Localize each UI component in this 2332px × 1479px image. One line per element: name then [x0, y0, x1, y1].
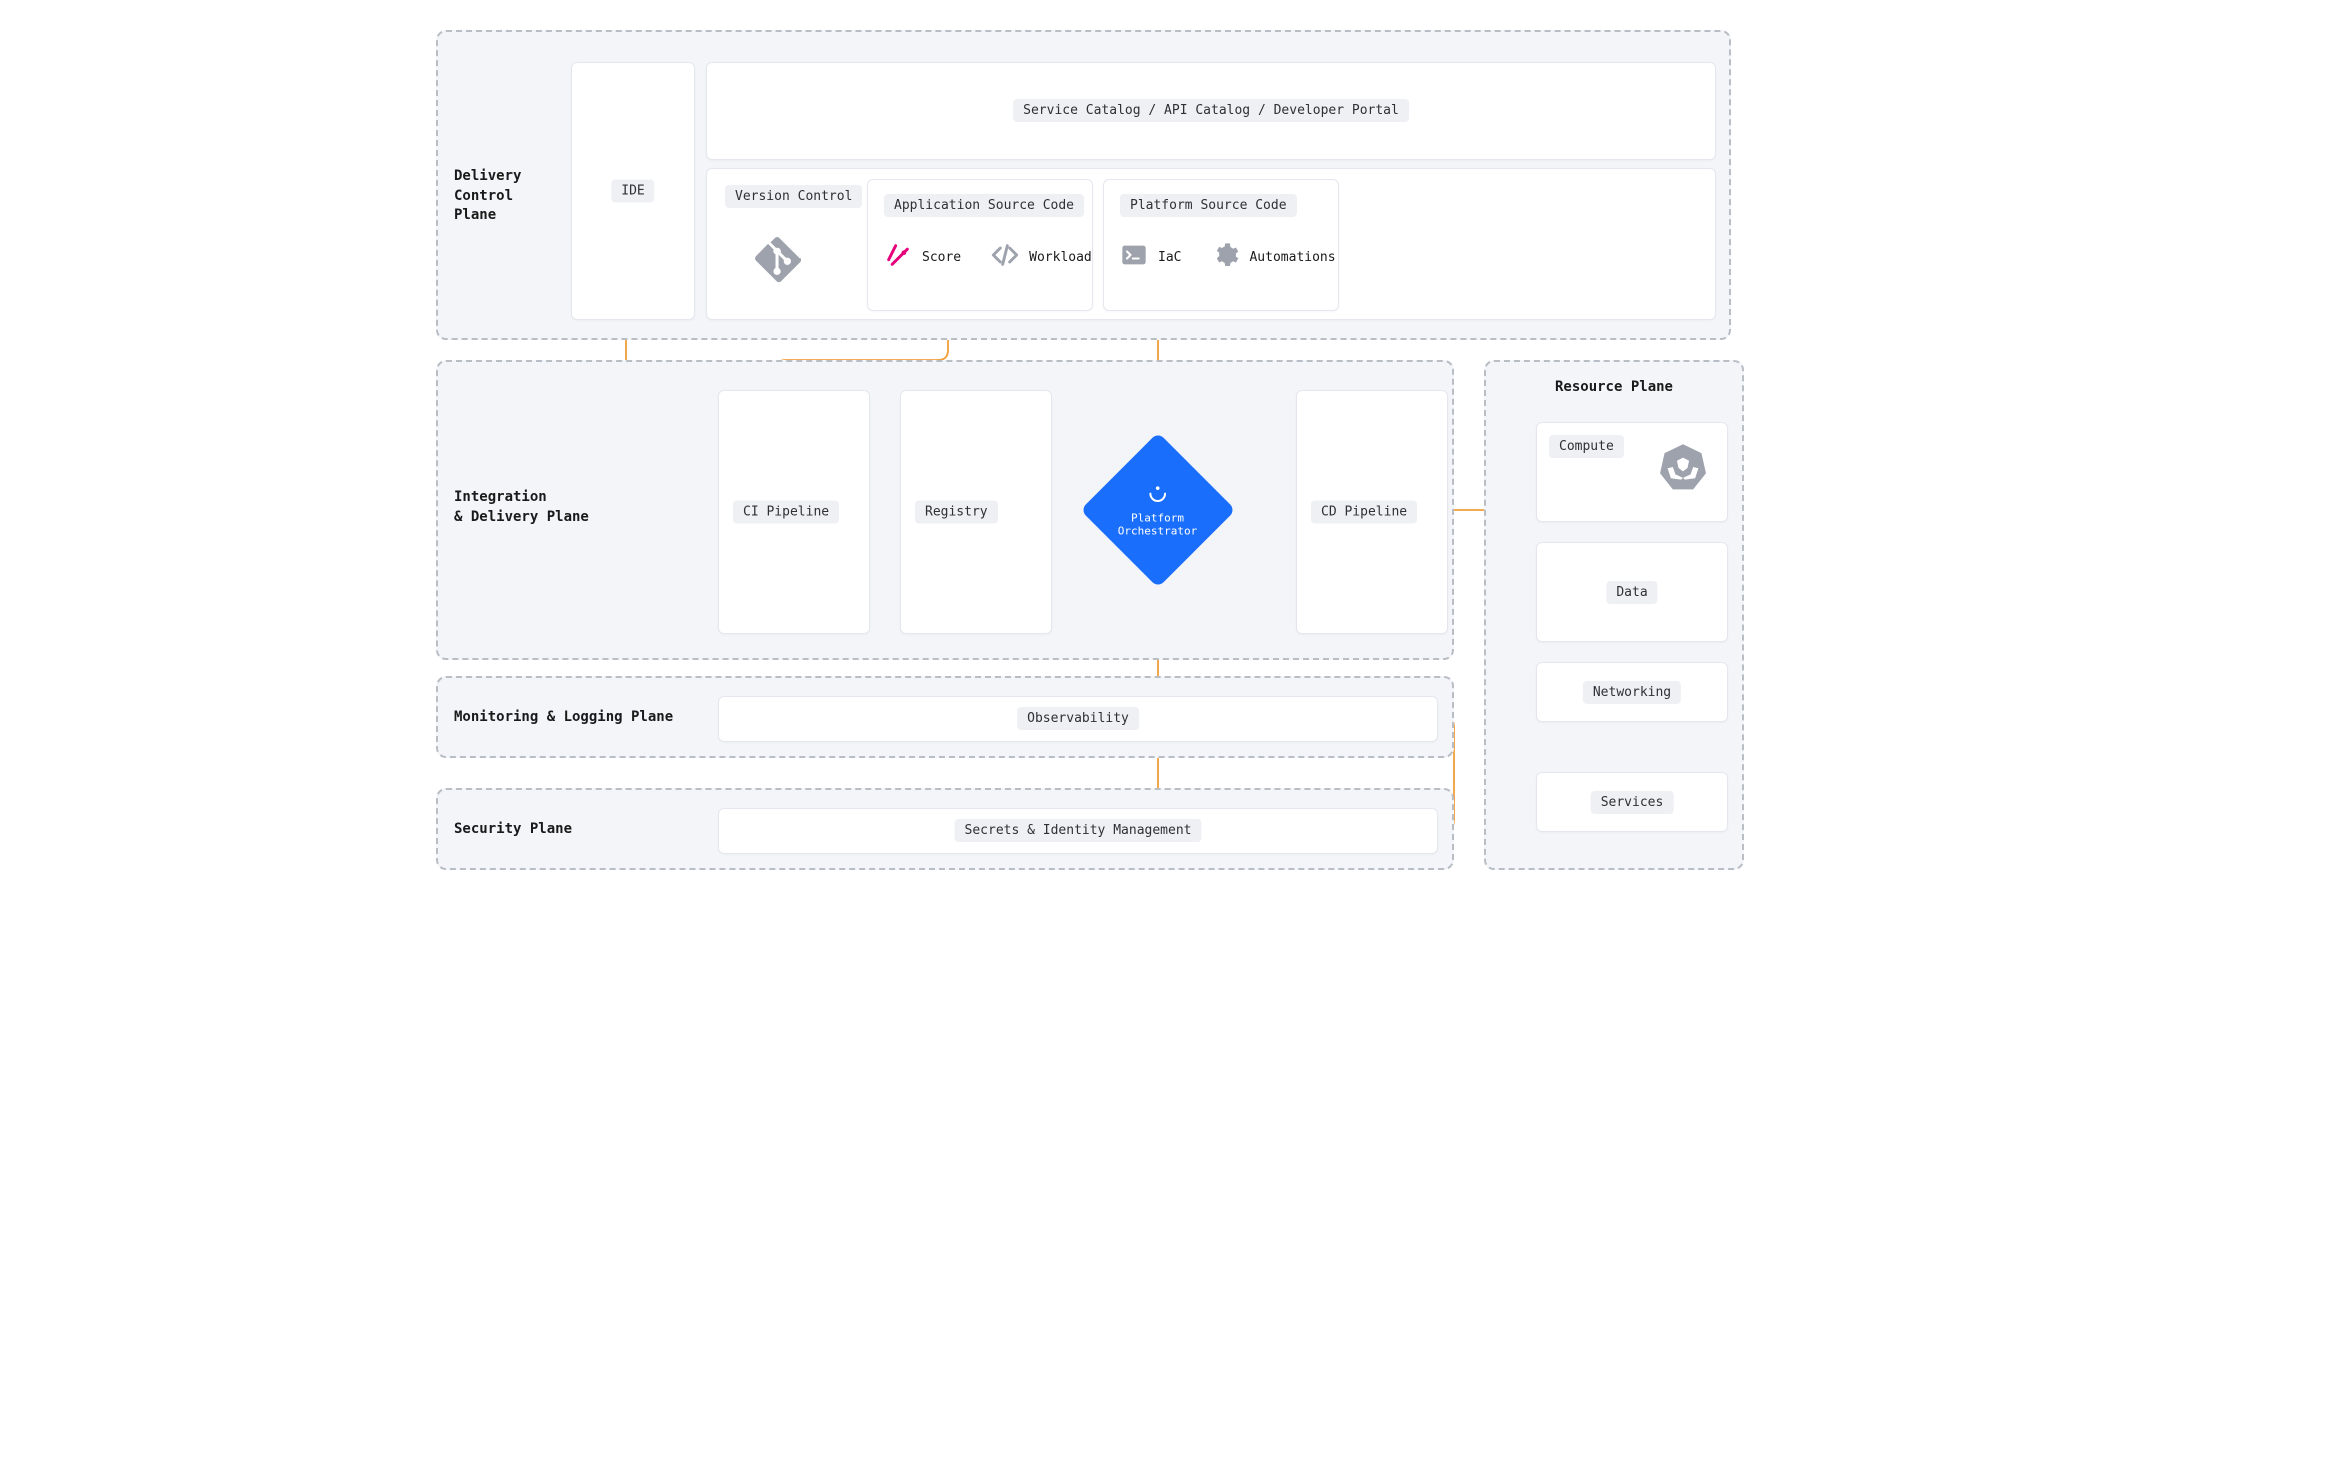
- card-app-source: Application Source Code Score: [867, 179, 1093, 311]
- chip-secrets: Secrets & Identity Management: [955, 819, 1202, 842]
- card-compute: Compute: [1536, 422, 1728, 522]
- chip-catalog: Service Catalog / API Catalog / Develope…: [1013, 99, 1409, 122]
- card-secrets: Secrets & Identity Management: [718, 808, 1438, 854]
- kubernetes-icon: [1657, 441, 1709, 497]
- plane-delivery-control: Delivery Control Plane IDE Service Catal…: [436, 30, 1731, 340]
- plane-label-delivery: Delivery Control Plane: [454, 167, 521, 226]
- plane-monitoring: Monitoring & Logging Plane Observability: [436, 676, 1454, 758]
- item-automations: Automations: [1211, 241, 1335, 273]
- item-workload: Workload: [991, 241, 1092, 273]
- chip-networking: Networking: [1583, 681, 1681, 704]
- card-platform-source: Platform Source Code IaC: [1103, 179, 1339, 311]
- card-data: Data: [1536, 542, 1728, 642]
- chip-cd: CD Pipeline: [1311, 501, 1417, 524]
- plane-integration-delivery: Integration & Delivery Plane CI Pipeline…: [436, 360, 1454, 660]
- card-services: Services: [1536, 772, 1728, 832]
- plane-security: Security Plane Secrets & Identity Manage…: [436, 788, 1454, 870]
- item-score: Score: [884, 241, 961, 273]
- chip-data: Data: [1606, 581, 1657, 604]
- terminal-icon: [1120, 241, 1148, 273]
- plane-label-security: Security Plane: [454, 820, 572, 840]
- chip-app-source: Application Source Code: [884, 194, 1084, 217]
- orchestrator-label: Platform Orchestrator: [1118, 511, 1197, 537]
- card-ide: IDE: [571, 62, 695, 320]
- chip-services: Services: [1591, 791, 1674, 814]
- plane-label-resource: Resource Plane: [1486, 378, 1742, 398]
- card-networking: Networking: [1536, 662, 1728, 722]
- chip-platform-source: Platform Source Code: [1120, 194, 1297, 217]
- plane-label-monitoring: Monitoring & Logging Plane: [454, 708, 673, 728]
- chip-registry: Registry: [915, 501, 998, 524]
- chip-compute: Compute: [1549, 435, 1624, 458]
- plane-label-integration: Integration & Delivery Plane: [454, 488, 589, 527]
- chip-observability: Observability: [1017, 707, 1139, 730]
- smile-icon: [1147, 482, 1169, 507]
- item-iac: IaC: [1120, 241, 1181, 273]
- card-source-wrap: Version Control Application Source Code: [706, 168, 1716, 320]
- architecture-diagram: Delivery Control Plane IDE Service Catal…: [426, 20, 1906, 900]
- card-cd: CD Pipeline: [1296, 390, 1448, 634]
- git-icon: [755, 237, 801, 287]
- score-icon: [884, 241, 912, 273]
- chip-ide: IDE: [611, 180, 654, 203]
- code-icon: [991, 241, 1019, 273]
- card-observability: Observability: [718, 696, 1438, 742]
- chip-ci: CI Pipeline: [733, 501, 839, 524]
- chip-version-control: Version Control: [725, 185, 862, 208]
- card-ci: CI Pipeline: [718, 390, 870, 634]
- gear-icon: [1211, 241, 1239, 273]
- card-registry: Registry: [900, 390, 1052, 634]
- card-catalog: Service Catalog / API Catalog / Develope…: [706, 62, 1716, 160]
- plane-resource: Resource Plane Compute Data Networking S…: [1484, 360, 1744, 870]
